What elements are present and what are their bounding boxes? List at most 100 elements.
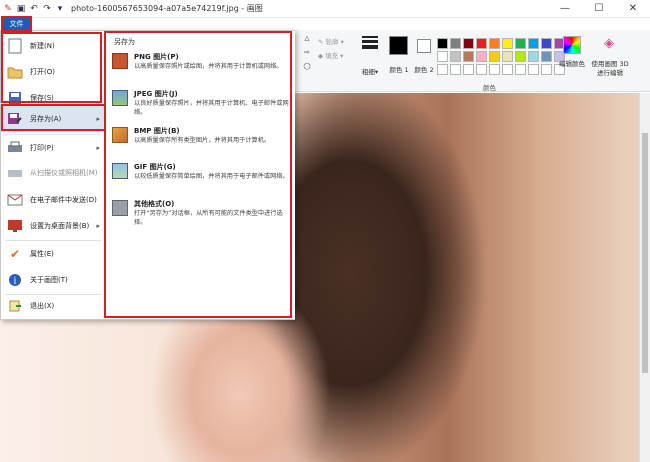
file-menu-commands: 新建(N) 打开(O) 保存(S) 另存为(A) ▸ 打印(P) ▸ 从扫描仪或… (1, 31, 105, 319)
gif-image-icon (112, 163, 128, 179)
scanner-icon (6, 164, 24, 182)
shape-arrow-icon[interactable]: ⇨ (300, 48, 314, 56)
menu-item-open[interactable]: 打开(O) (1, 59, 105, 85)
other-formats-icon (112, 200, 128, 216)
menu-item-properties[interactable]: ✔ 属性(E) (1, 241, 105, 267)
palette-color-swatch[interactable] (463, 51, 474, 62)
palette-color-swatch[interactable] (515, 38, 526, 49)
palette-color-swatch[interactable] (476, 64, 487, 75)
exit-icon (6, 297, 24, 315)
menu-item-label: 关于画图(T) (30, 276, 68, 284)
scrollbar-thumb[interactable] (642, 133, 648, 373)
undo-icon[interactable]: ↶ (29, 4, 39, 14)
menu-item-label: 属性(E) (30, 250, 54, 258)
customize-chevron-down-icon[interactable]: ▾ (55, 4, 65, 14)
palette-color-swatch[interactable] (476, 38, 487, 49)
save-as-bmp[interactable]: BMP 图片(B) 以高质量保存所有类型图片，并将其用于计算机。 (112, 125, 292, 165)
menu-item-label: 新建(N) (30, 42, 55, 50)
menu-item-label: 打印(P) (30, 144, 54, 152)
palette-color-swatch[interactable] (541, 51, 552, 62)
format-description: 打开“另存为”对话框，从所有可能的文件类型中进行选择。 (134, 210, 283, 226)
save-as-other-formats[interactable]: 其他格式(O) 打开“另存为”对话框，从所有可能的文件类型中进行选择。 (112, 198, 292, 238)
fill-label: 填充 (325, 52, 339, 60)
palette-color-swatch[interactable] (450, 51, 461, 62)
menu-item-label: 在电子邮件中发送(D) (30, 196, 97, 204)
open-folder-icon (6, 63, 24, 81)
outline-label: 轮廓 (325, 38, 339, 46)
palette-color-swatch[interactable] (502, 51, 513, 62)
palette-color-swatch[interactable] (489, 51, 500, 62)
thickness-button[interactable]: 粗细▾ (358, 66, 382, 76)
format-description: 以高质量保存所有类型图片，并将其用于计算机。 (134, 137, 271, 144)
save-icon[interactable]: ▣ (16, 4, 26, 14)
format-description: 以良好质量保存照片，并将其用于计算机、电子邮件或网络。 (134, 100, 289, 116)
format-name: 其他格式(O) (134, 200, 175, 208)
bmp-image-icon (112, 127, 128, 143)
color-palette (437, 38, 565, 75)
menu-item-print[interactable]: 打印(P) ▸ (1, 135, 105, 161)
menu-item-label: 另存为(A) (30, 115, 62, 123)
palette-color-swatch[interactable] (541, 38, 552, 49)
palette-color-swatch[interactable] (489, 64, 500, 75)
email-icon (6, 191, 24, 209)
shape-fill-button[interactable]: ◆ 填充 ▾ (318, 50, 358, 60)
menu-item-label: 从扫描仪或照相机(M) (30, 169, 98, 177)
quick-access-toolbar: ✎ ▣ ↶ ↷ ▾ (0, 4, 65, 14)
menu-item-label: 设置为桌面背景(B) (30, 222, 90, 230)
title-bar: ✎ ▣ ↶ ↷ ▾ photo-1600567653094-a07a5e7421… (0, 0, 650, 18)
menu-item-save-as[interactable]: 另存为(A) ▸ (1, 106, 105, 132)
palette-color-swatch[interactable] (463, 64, 474, 75)
palette-color-swatch[interactable] (437, 64, 448, 75)
paint3d-icon: ◈ (604, 36, 614, 51)
palette-color-swatch[interactable] (541, 64, 552, 75)
save-as-jpeg[interactable]: JPEG 图片(J) 以良好质量保存照片，并将其用于计算机、电子邮件或网络。 (112, 88, 292, 128)
palette-color-swatch[interactable] (515, 64, 526, 75)
window-title: photo-1600567653094-a07a5e74219f.jpg - 画… (71, 4, 263, 13)
palette-color-swatch[interactable] (489, 38, 500, 49)
palette-color-swatch[interactable] (528, 51, 539, 62)
menu-item-exit[interactable]: 退出(X) (1, 293, 105, 319)
format-description: 以较低质量保存简单绘图，并将其用于电子邮件或网络。 (134, 173, 289, 180)
color2-label[interactable]: 颜色 2 (410, 64, 438, 74)
save-as-png[interactable]: PNG 图片(P) 以高质量保存照片或绘图，并将其用于计算机或网络。 (112, 51, 292, 91)
edit-colors-rainbow-icon (563, 36, 581, 54)
maximize-button[interactable]: ☐ (582, 0, 616, 18)
close-button[interactable]: ✕ (616, 0, 650, 18)
palette-color-swatch[interactable] (437, 51, 448, 62)
color2-swatch[interactable] (417, 39, 431, 53)
png-image-icon (112, 53, 128, 69)
menu-item-label: 退出(X) (30, 302, 55, 310)
printer-icon (6, 139, 24, 157)
palette-color-swatch[interactable] (528, 64, 539, 75)
save-as-gif[interactable]: GIF 图片(G) 以较低质量保存简单绘图，并将其用于电子邮件或网络。 (112, 161, 292, 201)
svg-text:i: i (14, 277, 17, 287)
palette-color-swatch[interactable] (450, 64, 461, 75)
palette-color-swatch[interactable] (437, 38, 448, 49)
menu-item-new[interactable]: 新建(N) (1, 33, 105, 59)
palette-color-swatch[interactable] (515, 51, 526, 62)
fill-bucket-icon: ◆ (318, 52, 323, 60)
shape-triangle-icon[interactable]: △ (300, 34, 314, 42)
colors-group-label: 颜色 (483, 84, 496, 92)
menu-item-about[interactable]: i 关于画图(T) (1, 267, 105, 293)
shape-callout-icon[interactable]: ◯ (300, 62, 314, 70)
format-description: 以高质量保存照片或绘图，并将其用于计算机或网络。 (134, 63, 283, 70)
paint3d-button[interactable]: 使用画图 3D 进行编辑 (590, 60, 630, 78)
desktop-background-icon (6, 217, 24, 235)
color1-swatch[interactable] (389, 36, 408, 55)
minimize-button[interactable]: — (548, 0, 582, 18)
edit-colors-button[interactable]: 编辑颜色 (558, 60, 586, 69)
shape-outline-button[interactable]: ✎ 轮廓 ▾ (318, 36, 358, 46)
palette-color-swatch[interactable] (476, 51, 487, 62)
palette-color-swatch[interactable] (528, 38, 539, 49)
vertical-scrollbar[interactable] (639, 93, 650, 462)
menu-item-set-desktop-background[interactable]: 设置为桌面背景(B) ▸ (1, 213, 105, 239)
redo-icon[interactable]: ↷ (42, 4, 52, 14)
palette-color-swatch[interactable] (463, 38, 474, 49)
format-name: PNG 图片(P) (134, 53, 179, 61)
palette-color-swatch[interactable] (502, 64, 513, 75)
menu-item-send-email[interactable]: 在电子邮件中发送(D) (1, 187, 105, 213)
menu-item-from-scanner: 从扫描仪或照相机(M) (1, 160, 105, 186)
palette-color-swatch[interactable] (450, 38, 461, 49)
palette-color-swatch[interactable] (502, 38, 513, 49)
